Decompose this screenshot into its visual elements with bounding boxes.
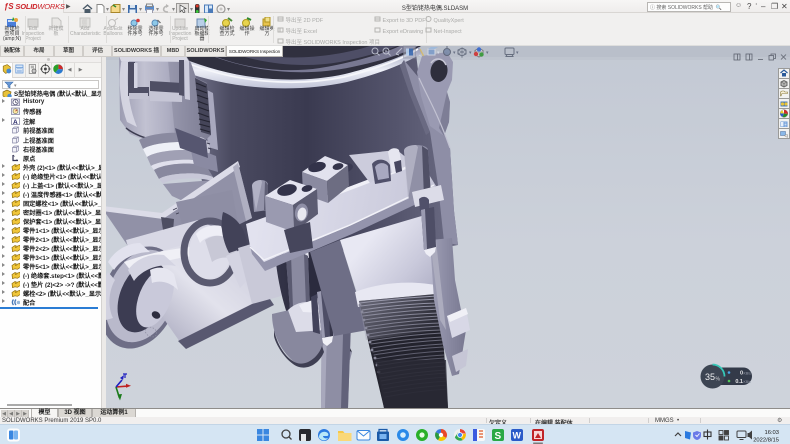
svg-text:S: S [495,431,502,442]
svg-text:▾: ▾ [486,50,489,56]
svg-text:▾: ▾ [437,50,440,56]
svg-text:35: 35 [705,372,715,382]
svg-text:W: W [513,431,522,441]
svg-text:16:03: 16:03 [764,430,779,436]
svg-text:▾: ▾ [516,50,519,56]
svg-text:KB/s: KB/s [744,372,752,376]
svg-text:▾: ▾ [469,50,472,56]
svg-text:▾: ▾ [453,50,456,56]
svg-text:2022/8/15: 2022/8/15 [753,438,779,444]
svg-text:%: % [716,377,721,383]
svg-text:A: A [13,119,18,125]
svg-text:0.1: 0.1 [735,379,743,385]
svg-text:KB/s: KB/s [744,380,752,384]
